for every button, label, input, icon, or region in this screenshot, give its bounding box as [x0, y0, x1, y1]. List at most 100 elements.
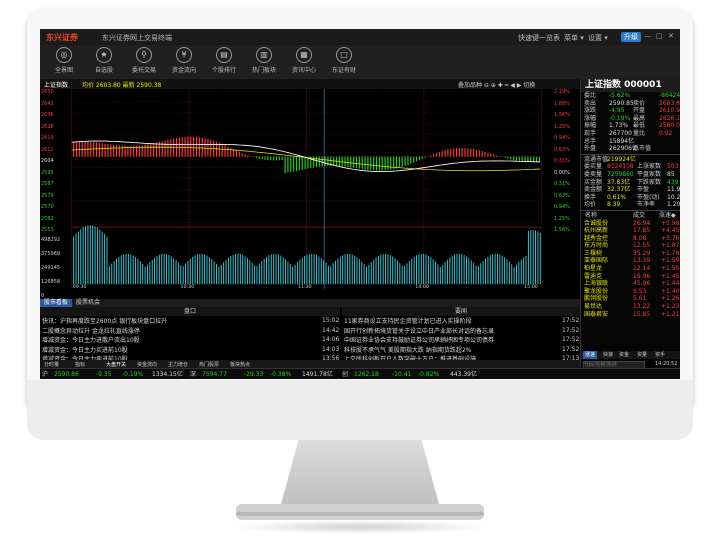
- shortcut-menu[interactable]: 快速键一览表: [518, 33, 560, 43]
- news-icon: ▦: [296, 47, 312, 63]
- list-item[interactable]: 合诚股份 26.94 +5.98: [581, 220, 680, 228]
- news-tabs: 股市看板 股票机会: [40, 299, 580, 307]
- ranking-icon: ▤: [216, 47, 232, 63]
- quote-value-right: 2626.12: [659, 114, 680, 122]
- quote-mid-label: 上涨家数: [637, 163, 662, 171]
- sh-percent: -0.19%: [122, 371, 144, 378]
- quote-row: 振幅 1.73% 最低 2580.05: [581, 122, 680, 130]
- news-item[interactable]: 国开行创新拓境货管关于设立中日产业部长对话的备忘录: [344, 327, 554, 336]
- quote-value-right: 0.92: [659, 129, 673, 137]
- main-menu[interactable]: 菜单 ▾: [564, 33, 584, 43]
- tab-hands[interactable]: 资手: [655, 351, 665, 359]
- time-tick: 10:30: [181, 284, 195, 289]
- quote-value: 219924亿: [607, 155, 636, 163]
- quote-value: 8124108: [607, 163, 634, 171]
- maximize-icon[interactable]: □: [656, 32, 663, 40]
- news-item[interactable]: 快讯：沪指再度跌至2600点 银行板块盘口拉升: [42, 317, 312, 326]
- news-item[interactable]: 增减资金：今日主力买进前10股: [42, 346, 312, 355]
- stock-speed: +1.59: [661, 257, 680, 265]
- chart-subtab[interactable]: 资金流向: [137, 361, 157, 368]
- chart-subtab[interactable]: 热门股票: [199, 361, 219, 368]
- list-item[interactable]: 国泰君安 15.85 +1.21: [581, 311, 680, 319]
- list-item[interactable]: 东方时尚 12.55 +1.87: [581, 242, 680, 250]
- percent-tick: 0.94%: [554, 135, 570, 141]
- percent-tick: 1.56%: [554, 112, 570, 118]
- toolbar-dzyc[interactable]: □ 东证有财: [326, 47, 362, 74]
- toolbar-label: 资金流向: [171, 67, 196, 74]
- toolbar-fund-flow[interactable]: ¥ 资金流向: [166, 47, 202, 74]
- news-item[interactable]: 11家券商设立支持民企资管计划已进入实操阶段: [344, 317, 554, 326]
- close-icon[interactable]: ✕: [668, 32, 674, 40]
- toolbar-panorama[interactable]: ◎ 全景图: [46, 47, 82, 74]
- list-item[interactable]: 亚泰国际 13.39 +1.59: [581, 257, 680, 265]
- quote-value: 37.83亿: [607, 178, 631, 186]
- stock-name: 鹏翎股份: [584, 295, 609, 303]
- quote-value-right: 439: [667, 178, 679, 186]
- stock-speed: +5.98: [661, 219, 680, 227]
- quote-value-right: 503: [667, 163, 679, 171]
- toolbar-ranking[interactable]: ▤ 个股排行: [206, 47, 242, 74]
- toolbar-trade[interactable]: ⚲ 委托交易: [126, 47, 162, 74]
- quote-value: 2590.85: [609, 99, 634, 107]
- stock-speed: +1.87: [661, 242, 680, 250]
- news-item[interactable]: 二股概念异动拉升 金龙拉礼直线涨停: [42, 327, 312, 336]
- tab-fast[interactable]: 快速: [603, 351, 613, 359]
- percent-tick: 1.25%: [554, 215, 570, 222]
- news-right-head: 要闻: [342, 307, 580, 316]
- tab-market-board[interactable]: 股市看板: [40, 299, 73, 307]
- quote-row: 卖金额 32.37亿 市盈 11.97: [581, 186, 680, 194]
- price-tick: 2619: [41, 135, 54, 141]
- sz-change: -29.33: [244, 371, 264, 378]
- chart-subtab[interactable]: 主力增仓: [168, 361, 188, 368]
- quote-label: 现手: [584, 129, 597, 137]
- stock-price: 5.61: [633, 295, 647, 303]
- toolbar-watchlist[interactable]: ★ 自选股: [86, 47, 122, 74]
- quote-label: 委比: [584, 92, 597, 99]
- price-tick: 2579: [41, 192, 54, 199]
- stock-name: 亚泰国际: [584, 257, 609, 265]
- news-time: 15:02: [322, 317, 340, 324]
- tab-stock-opportunity[interactable]: 股票机会: [72, 299, 104, 307]
- percent-tick: 1.25%: [554, 123, 570, 130]
- screen: 东兴证券 东兴证券网上交易终端 快速键一览表 菜单 ▾ 设置 ▾ 升级 — □ …: [40, 29, 680, 379]
- price-tick: 2595: [41, 169, 54, 176]
- chart-subtab[interactable]: 大盘开关: [106, 361, 126, 368]
- price-volume-plot[interactable]: 09:30 10:30 11:30 14:00 15:00: [60, 89, 553, 289]
- percent-tick: 0.00%: [554, 169, 570, 176]
- list-item[interactable]: 上海银联 45.96 +1.44: [581, 280, 680, 288]
- monitor-chin: [27, 380, 693, 440]
- tab-funds[interactable]: 资金: [619, 351, 629, 359]
- sz-value: 7594.77: [202, 371, 227, 378]
- news-item[interactable]: 科技股不承气气 美股期指大跌 纳指期货跌超2%: [344, 346, 554, 355]
- chart-tools[interactable]: 叠加品种 ⊖ ⊕ ✚ ━ ◀ ▶ 切换: [458, 80, 535, 89]
- list-item[interactable]: 鹏翎股份 5.61 +1.26: [581, 295, 680, 303]
- cy-label: 创: [342, 371, 349, 378]
- news-item[interactable]: 中国证券业协会支持鼓励证券公司承销纾困专项公司债券: [344, 336, 554, 345]
- news-time: 14:03: [322, 345, 340, 353]
- stock-name: 易世达: [584, 303, 603, 311]
- chart-subtab[interactable]: 指标: [75, 361, 85, 368]
- cy-amount: 443.39亿: [450, 371, 477, 378]
- settings-menu[interactable]: 设置 ▾: [588, 33, 608, 43]
- news-time: 17:52: [562, 326, 580, 334]
- time-tick: 14:00: [415, 284, 429, 289]
- list-item[interactable]: 杭州高新 17.85 +4.45: [581, 227, 680, 235]
- quote-value: 7259860: [607, 170, 634, 178]
- sh-value: 2590.86: [54, 371, 79, 378]
- list-item[interactable]: 柏星龙 12.14 +1.50: [581, 265, 680, 273]
- chart-subtab[interactable]: 分时量: [44, 361, 59, 368]
- toolbar-label: 东证有财: [331, 67, 356, 74]
- list-item[interactable]: 易世达 13.22 +1.23: [581, 303, 680, 311]
- toolbar-news-center[interactable]: ▦ 资讯中心: [286, 47, 322, 74]
- minimize-icon[interactable]: —: [644, 32, 651, 40]
- price-tick: 2587: [41, 181, 54, 187]
- upgrade-badge[interactable]: 升级: [621, 32, 641, 42]
- sz-amount: 1491.78亿: [302, 371, 333, 378]
- tab-speed[interactable]: 涨速: [583, 351, 598, 359]
- intraday-chart[interactable]: 上证指数 均价 2603.80 最新 2590.38 叠加品种 ⊖ ⊕ ✚ ━ …: [40, 79, 580, 299]
- chart-subtab[interactable]: 板块热点: [230, 361, 250, 368]
- news-item[interactable]: 增减资金：今日主力进散户流出10股: [42, 336, 312, 345]
- tab-volume[interactable]: 资量: [637, 351, 647, 359]
- chart-header: 上证指数 均价 2603.80 最新 2590.38 叠加品种 ⊖ ⊕ ✚ ━ …: [40, 79, 580, 89]
- toolbar-hot-sectors[interactable]: ▥ 热门板块: [246, 47, 282, 74]
